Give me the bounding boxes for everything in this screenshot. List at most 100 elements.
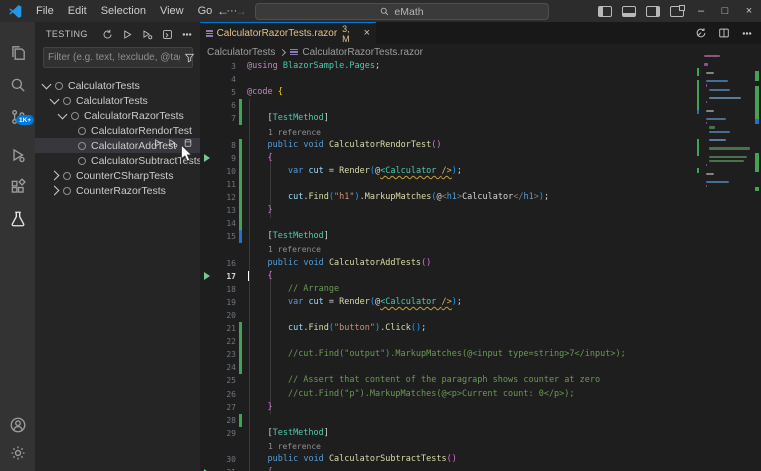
code-line-16[interactable]: 16 public void CalculatorAddTests() — [200, 257, 761, 270]
code-line-14[interactable]: 14 — [200, 217, 761, 230]
refresh-tests-icon[interactable] — [99, 26, 115, 42]
codelens-reference[interactable]: 1 reference — [200, 243, 761, 256]
test-tree-item-calculatorsubtracttests[interactable]: CalculatorSubtractTests — [35, 153, 200, 168]
test-tree-item-counterrazortests[interactable]: CounterRazorTests — [35, 183, 200, 198]
extensions-icon[interactable] — [0, 172, 35, 202]
test-tree-item-countercsharptests[interactable]: CounterCSharpTests — [35, 168, 200, 183]
chevron-down-icon[interactable] — [50, 94, 60, 104]
code-line-28[interactable]: 28 — [200, 414, 761, 427]
code-line-18[interactable]: 18 // Arrange — [200, 283, 761, 296]
code-line-30[interactable]: 30 public void CalculatorSubtractTests() — [200, 453, 761, 466]
minimap[interactable] — [700, 55, 756, 235]
test-tree-item-calculatoraddtest[interactable]: CalculatorAddTest — [35, 138, 200, 153]
codelens-label[interactable]: 1 reference — [247, 245, 321, 254]
code-line-27[interactable]: 27 } — [200, 401, 761, 414]
settings-gear-icon[interactable] — [0, 438, 35, 468]
breadcrumb-item-file[interactable]: CalculatorRazorTests.razor — [302, 47, 423, 58]
search-sidebar-icon[interactable] — [0, 70, 35, 100]
minimize-button[interactable]: – — [689, 0, 713, 22]
tab-close-icon[interactable]: × — [364, 28, 370, 39]
code-line-6[interactable]: 6 — [200, 99, 761, 112]
code-line-17[interactable]: 17 { — [200, 270, 761, 283]
breadcrumb-item-folder[interactable]: CalculatorTests — [207, 47, 275, 58]
code-line-3[interactable]: 3@using BlazorSample.Pages; — [200, 60, 761, 73]
razor-file-icon — [290, 47, 298, 56]
line-number: 30 — [214, 455, 236, 464]
run-all-tests-icon[interactable] — [119, 26, 135, 42]
menu-selection[interactable]: Selection — [94, 5, 153, 17]
testing-icon[interactable] — [0, 204, 35, 234]
debug-all-tests-icon[interactable] — [139, 26, 155, 42]
codelens-label[interactable]: 1 reference — [247, 128, 321, 137]
customize-layout-icon[interactable] — [665, 0, 689, 22]
code-line-7[interactable]: 7 [TestMethod] — [200, 112, 761, 125]
code-line-13[interactable]: 13 } — [200, 204, 761, 217]
codelens-reference[interactable]: 1 reference — [200, 126, 761, 139]
toggle-secondary-sidebar-icon[interactable] — [641, 0, 665, 22]
git-added-gutter-bar — [236, 217, 247, 230]
menu-edit[interactable]: Edit — [61, 5, 94, 17]
back-arrow-icon[interactable]: ← — [214, 0, 232, 22]
menu-view[interactable]: View — [153, 5, 191, 17]
code-line-11[interactable]: 11 — [200, 178, 761, 191]
code-line-31[interactable]: 31 { — [200, 466, 761, 471]
code-line-15[interactable]: 15 [TestMethod] — [200, 230, 761, 243]
code-line-9[interactable]: 9 { — [200, 152, 761, 165]
code-line-25[interactable]: 25 // Assert that content of the paragra… — [200, 374, 761, 387]
open-changes-icon[interactable] — [693, 25, 709, 41]
test-tree-item-calculatorrazortests[interactable]: CalculatorRazorTests — [35, 108, 200, 123]
minimap-line — [704, 63, 708, 65]
code-line-4[interactable]: 4 — [200, 73, 761, 86]
gutter-space — [236, 270, 247, 283]
code-line-12[interactable]: 12 cut.Find("h1").MarkupMatches(@<h1>Cal… — [200, 191, 761, 204]
code-text: { — [247, 152, 273, 165]
account-icon[interactable] — [0, 410, 35, 440]
maximize-button[interactable]: □ — [713, 0, 737, 22]
debug-test-icon[interactable] — [168, 138, 178, 153]
code-line-10[interactable]: 10 var cut = Render(@<Calculator />); — [200, 165, 761, 178]
code-line-20[interactable]: 20 — [200, 309, 761, 322]
code-line-24[interactable]: 24 — [200, 361, 761, 374]
code-line-19[interactable]: 19 var cut = Render(@<Calculator />); — [200, 296, 761, 309]
menu-file[interactable]: File — [29, 5, 61, 17]
filter-funnel-icon[interactable] — [184, 50, 195, 66]
gutter-space — [236, 388, 247, 401]
minimap-change-mark — [697, 168, 699, 172]
code-line-23[interactable]: 23 //cut.Find("output").MarkupMatches(@<… — [200, 348, 761, 361]
chevron-down-icon[interactable] — [58, 109, 68, 119]
show-output-icon[interactable] — [159, 26, 175, 42]
more-actions-icon[interactable] — [179, 26, 195, 42]
test-filter-input[interactable] — [44, 52, 184, 63]
run-test-gutter-icon[interactable] — [200, 154, 214, 162]
code-line-5[interactable]: 5@code { — [200, 86, 761, 99]
line-number: 15 — [214, 232, 236, 241]
run-test-gutter-icon[interactable] — [200, 272, 214, 280]
toggle-panel-icon[interactable] — [617, 0, 641, 22]
code-line-29[interactable]: 29 [TestMethod] — [200, 427, 761, 440]
code-line-8[interactable]: 8 public void CalculatorRendorTest() — [200, 139, 761, 152]
test-tree-item-calculatortests[interactable]: CalculatorTests — [35, 93, 200, 108]
test-filter-box — [43, 47, 193, 68]
code-text: cut.Find("h1").MarkupMatches(@<h1>Calcul… — [247, 191, 549, 204]
command-center[interactable]: eMath — [255, 3, 549, 20]
code-line-21[interactable]: 21 cut.Find("button").Click(); — [200, 322, 761, 335]
chevron-right-icon[interactable] — [50, 171, 60, 181]
close-window-button[interactable]: × — [737, 0, 761, 22]
codelens-label[interactable]: 1 reference — [247, 442, 321, 451]
more-actions-icon[interactable] — [739, 25, 755, 41]
forward-arrow-icon[interactable]: → — [232, 0, 250, 22]
run-and-debug-icon[interactable] — [0, 140, 35, 170]
test-tree-item-calculatorrendortest[interactable]: CalculatorRendorTest — [35, 123, 200, 138]
test-tree-item-calculatortests[interactable]: CalculatorTests — [35, 78, 200, 93]
codelens-reference[interactable]: 1 reference — [200, 440, 761, 453]
split-editor-icon[interactable] — [716, 25, 732, 41]
code-line-22[interactable]: 22 — [200, 335, 761, 348]
run-test-icon[interactable] — [153, 138, 163, 153]
code-line-26[interactable]: 26 //cut.Find("p").MarkupMatches(@<p>Cur… — [200, 388, 761, 401]
explorer-icon[interactable] — [0, 38, 35, 68]
tab-calculatorrazortests[interactable]: CalculatorRazorTests.razor 3, M × — [200, 22, 376, 44]
chevron-right-icon[interactable] — [50, 186, 60, 196]
toggle-primary-sidebar-icon[interactable] — [593, 0, 617, 22]
chevron-down-icon[interactable] — [42, 79, 52, 89]
source-control-icon[interactable]: 1K+ — [0, 102, 35, 132]
